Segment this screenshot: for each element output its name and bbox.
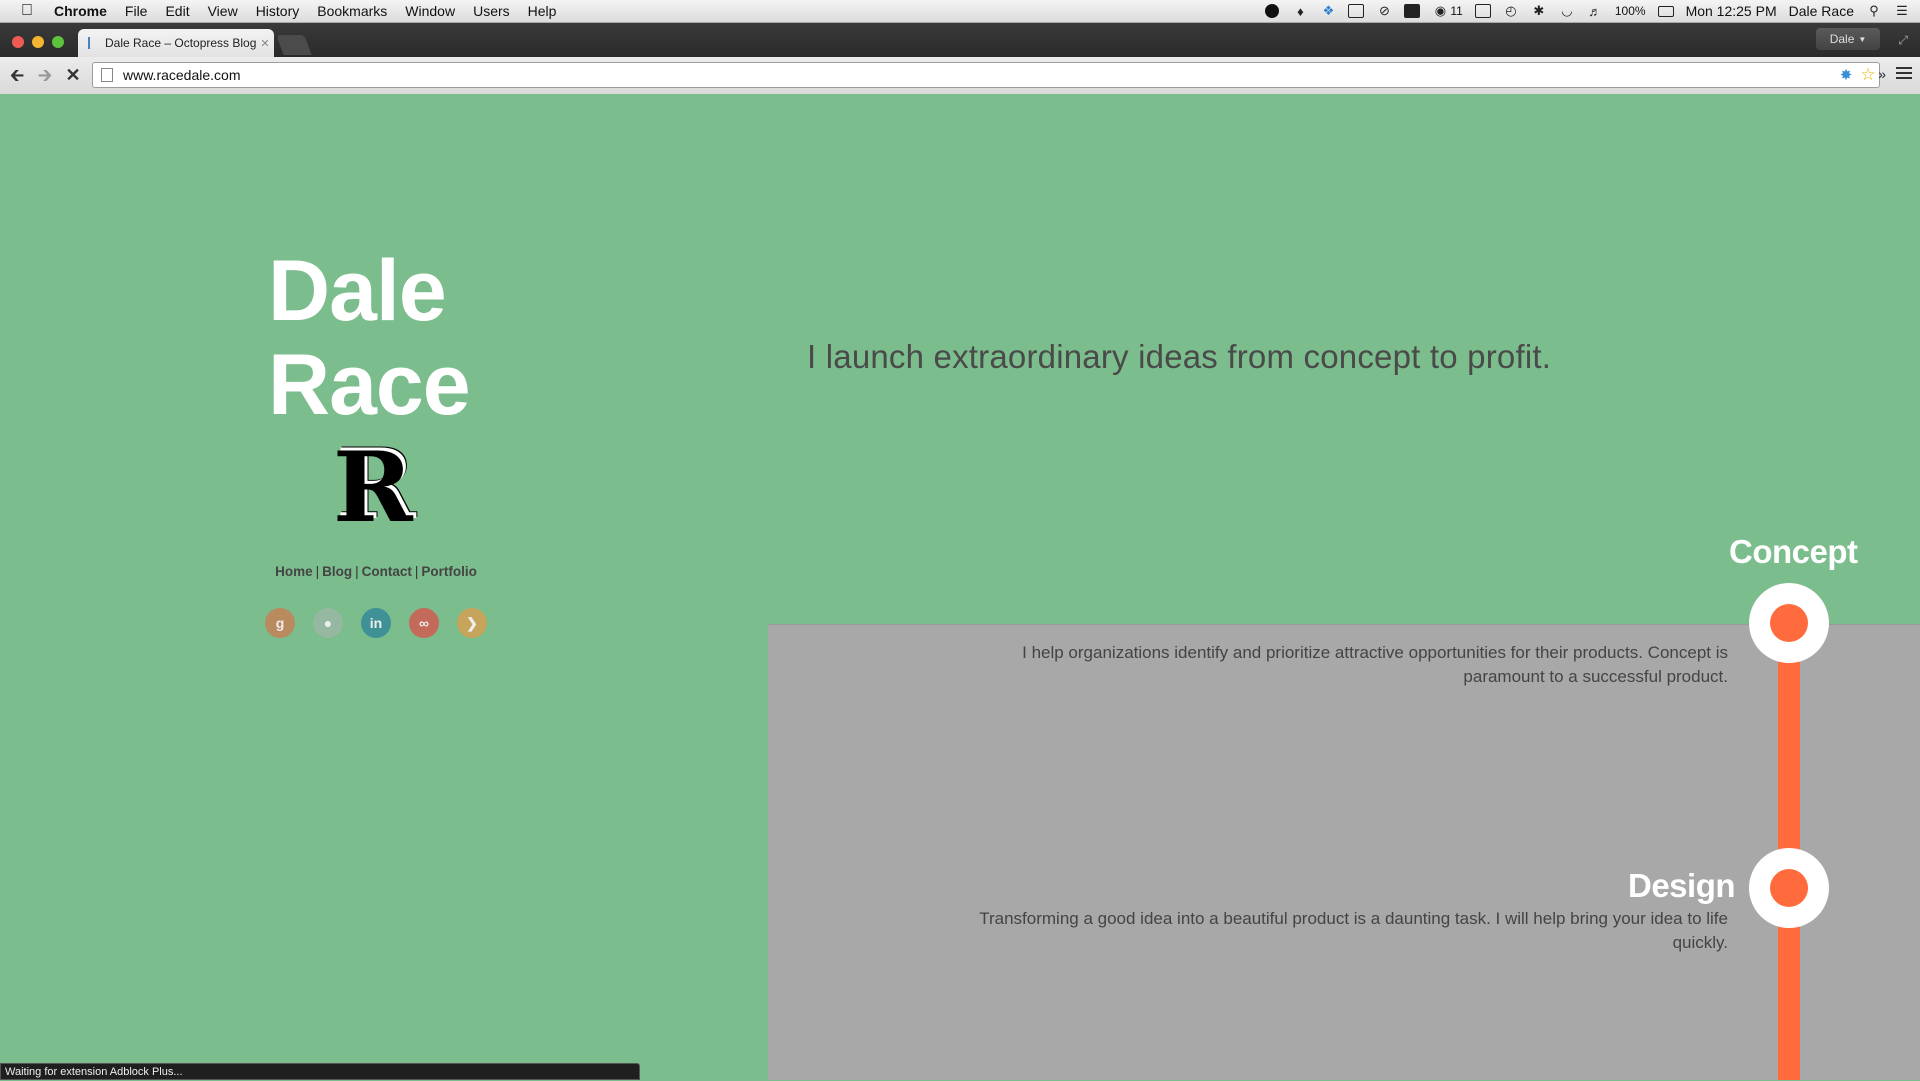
bookmark-star-icon[interactable]: ☆ (1857, 65, 1879, 85)
extensions-overflow-icon[interactable]: » (1878, 66, 1886, 82)
macos-menu-bar:  Chrome File Edit View History Bookmark… (0, 0, 1920, 23)
forward-arrow-icon[interactable]: 🡲 (33, 64, 57, 86)
menu-edit[interactable]: Edit (165, 3, 189, 19)
notification-center-icon[interactable]: ☰ (1894, 3, 1910, 19)
browser-toolbar: 🡰 🡲 ✕ ✸ ☆ » (0, 57, 1920, 95)
page-icon (101, 68, 113, 82)
menu-user[interactable]: Dale Race (1789, 3, 1854, 19)
nav-separator: | (414, 564, 419, 579)
nav-contact-link[interactable]: Contact (362, 564, 412, 579)
timeline-node-design (1749, 848, 1829, 928)
step-concept-description: I help organizations identify and priori… (1022, 643, 1728, 686)
chevron-down-icon: ▼ (1858, 34, 1867, 44)
services-panel (768, 624, 1920, 1080)
display-mirror-icon[interactable] (1474, 3, 1491, 19)
extension-icon[interactable]: ✸ (1835, 66, 1857, 84)
grid-app-icon[interactable] (1348, 3, 1365, 19)
nav-home-link[interactable]: Home (275, 564, 313, 579)
address-bar[interactable]: ✸ ☆ (92, 62, 1880, 88)
chrome-menu-icon[interactable] (1896, 67, 1912, 82)
circle-slash-icon[interactable]: ⊘ (1376, 3, 1392, 19)
step-design-title: Design (1628, 867, 1736, 904)
menu-extras: ♦ ❖ ⊘ ◉ 11 ◴ ✱ ◡ ♬ 100% Mon 12:25 PM Dal… (1264, 0, 1910, 22)
tab-title: Dale Race – Octopress Blog (105, 36, 256, 50)
volume-icon[interactable]: ♬ (1587, 3, 1603, 19)
back-arrow-icon[interactable]: 🡰 (5, 64, 29, 86)
menu-history[interactable]: History (256, 3, 300, 19)
tab-favicon-icon (88, 37, 100, 49)
linkedin-icon[interactable]: in (361, 608, 391, 638)
fullscreen-icon[interactable]: ⤢ (1898, 33, 1908, 48)
menu-help[interactable]: Help (528, 3, 557, 19)
github-icon[interactable]: ● (313, 608, 343, 638)
close-window-button[interactable] (12, 36, 24, 48)
battery-percent: 100% (1614, 4, 1646, 18)
bell-icon[interactable]: ♦ (1292, 3, 1308, 19)
site-logo: R (333, 431, 413, 544)
site-name[interactable]: Dale Race (268, 243, 471, 433)
menu-users[interactable]: Users (473, 3, 510, 19)
lastfm-icon[interactable]: ∞ (409, 608, 439, 638)
location-pin-icon[interactable] (1264, 3, 1280, 19)
evernote-icon[interactable] (1404, 3, 1421, 19)
menu-clock[interactable]: Mon 12:25 PM (1686, 3, 1777, 19)
nav-separator: | (355, 564, 359, 579)
dropbox-icon[interactable]: ❖ (1320, 3, 1336, 19)
battery-icon[interactable] (1657, 3, 1674, 19)
menu-view[interactable]: View (208, 3, 238, 19)
loading-status-bubble: Waiting for extension Adblock Plus... (0, 1063, 640, 1080)
menu-app-name[interactable]: Chrome (54, 3, 107, 19)
apple-menu-icon[interactable]:  (14, 2, 40, 20)
bluetooth-icon[interactable]: ✱ (1531, 3, 1547, 19)
tab-close-icon[interactable]: ✕ (256, 37, 274, 50)
hero-tagline: I launch extraordinary ideas from concep… (807, 338, 1552, 375)
nav-separator: | (315, 564, 320, 579)
spotlight-search-icon[interactable]: ⚲ (1866, 3, 1882, 19)
menu-bookmarks[interactable]: Bookmarks (317, 3, 387, 19)
browser-tab-strip: Dale Race – Octopress Blog ✕ Dale ▼ ⤢ (0, 23, 1920, 57)
timeline-node-concept (1749, 583, 1829, 663)
minimize-window-button[interactable] (32, 36, 44, 48)
social-links: g ● in ∞ ❯ (265, 608, 487, 638)
profile-name: Dale (1829, 32, 1855, 46)
menu-window[interactable]: Window (405, 3, 455, 19)
google-plus-icon[interactable]: g (265, 608, 295, 638)
rss-icon[interactable]: ❯ (457, 608, 487, 638)
site-name-first: Dale (268, 243, 447, 339)
wifi-icon[interactable]: ◡ (1559, 3, 1575, 19)
browser-tab-active[interactable]: Dale Race – Octopress Blog ✕ (78, 29, 274, 57)
new-tab-button[interactable] (276, 35, 312, 55)
site-navigation: Home | Blog | Contact | Portfolio (0, 564, 752, 579)
site-name-last: Race (268, 337, 471, 433)
menu-file[interactable]: File (125, 3, 148, 19)
nav-portfolio-link[interactable]: Portfolio (421, 564, 477, 579)
step-design-description: Transforming a good idea into a beautifu… (979, 909, 1728, 952)
time-machine-icon[interactable]: ◴ (1503, 3, 1519, 19)
stop-loading-icon[interactable]: ✕ (61, 64, 85, 86)
profile-switcher-button[interactable]: Dale ▼ (1816, 28, 1880, 50)
notification-count: 11 (1450, 4, 1463, 18)
zoom-window-button[interactable] (52, 36, 64, 48)
eye-icon[interactable]: ◉ (1432, 3, 1448, 19)
nav-blog-link[interactable]: Blog (322, 564, 352, 579)
url-input[interactable] (121, 66, 1835, 84)
page-viewport: Dale Race R Home | Blog | Contact | Portfolio … (0, 94, 1920, 1080)
step-concept-title: Concept (1729, 533, 1858, 570)
